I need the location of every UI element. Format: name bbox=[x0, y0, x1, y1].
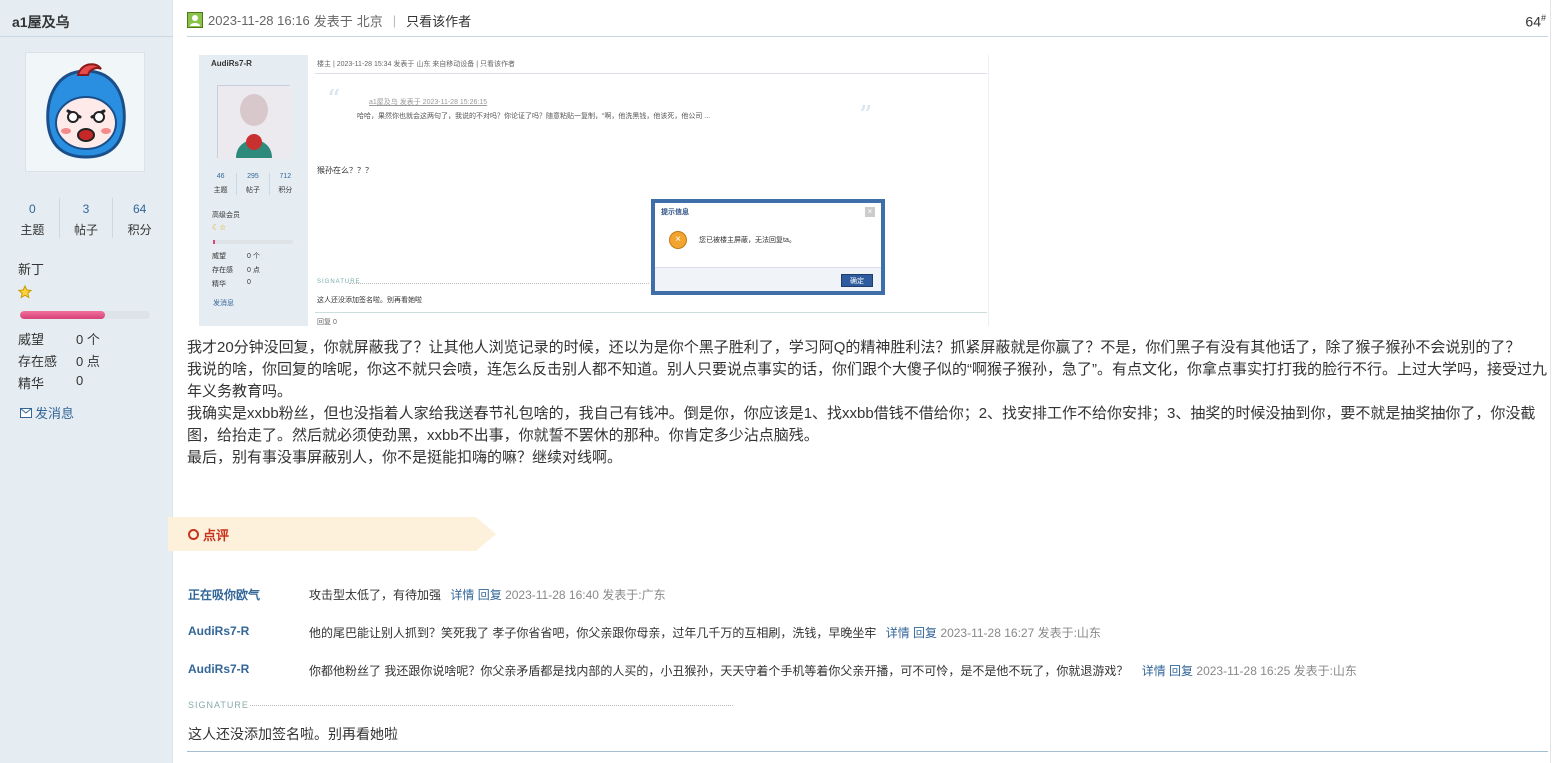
comment-time: 2023-11-28 16:25 发表于:山东 bbox=[1196, 664, 1357, 678]
forum-post-page: a1屋及乌 0 主题 3 帖子 64 积分 新丁 威望 0 个 存在感 0 点 … bbox=[0, 0, 1566, 763]
moon-star-icon: ☾☆ bbox=[212, 223, 227, 232]
author-stats: 0 主题 3 帖子 64 积分 bbox=[6, 198, 166, 238]
user-rank[interactable]: 新丁 bbox=[18, 259, 44, 278]
post-paragraph: 我说的啥，你回复的啥呢，你这不就只会喷，连怎么反击别人都不知道。别人只要说点事实… bbox=[187, 361, 1547, 400]
meta-presence: 存在感 0 点 bbox=[18, 354, 100, 369]
close-icon: × bbox=[865, 207, 875, 217]
blocked-dialog: 提示信息 × × 您已被楼主屏蔽，无法回复ta。 确定 bbox=[651, 199, 885, 295]
shot-author-name: AudiRs7-R bbox=[211, 59, 252, 68]
divider bbox=[250, 705, 733, 706]
stat-threads[interactable]: 0 主题 bbox=[6, 198, 60, 238]
post-header: 2023-11-28 16:16 发表于 北京 | 只看该作者 bbox=[187, 9, 471, 31]
meta-digest: 精华 0 bbox=[18, 373, 84, 391]
level-progress-bar bbox=[20, 311, 150, 319]
comment-time: 2023-11-28 16:40 发表于:广东 bbox=[505, 588, 666, 602]
stat-posts[interactable]: 3 帖子 bbox=[60, 198, 114, 238]
shot-footer: 回复 0 bbox=[317, 319, 337, 326]
signature-label: SIGNATURE bbox=[188, 700, 249, 710]
signature-text: 这人还没添加签名啦。别再看她啦 bbox=[188, 726, 398, 742]
comment-text: 你都他粉丝了 我还跟你说啥呢？你父亲矛盾都是找内部的人买的，小丑猴孙，天天守着个… bbox=[309, 664, 1129, 678]
stat-points[interactable]: 64 积分 bbox=[113, 198, 166, 238]
comment-reply-link[interactable]: 回复 bbox=[913, 626, 937, 640]
avatar[interactable] bbox=[25, 52, 145, 172]
shot-quote: a1屋及乌 发表于 2023-11-28 15:26:15 哈哈，果然你也就会这… bbox=[357, 99, 711, 120]
comment-detail-link[interactable]: 详情 bbox=[1142, 664, 1166, 678]
separator: | bbox=[392, 12, 397, 28]
meta-prestige: 威望 0 个 bbox=[18, 332, 100, 347]
author-sidebar: a1屋及乌 0 主题 3 帖子 64 积分 新丁 威望 0 个 存在感 0 点 … bbox=[0, 0, 173, 763]
post-paragraph: 最后，别有事没事屏蔽别人，你不是挺能扣嗨的嘛？继续对线啊。 bbox=[187, 449, 623, 466]
floor-number[interactable]: 64# bbox=[1525, 13, 1546, 30]
shot-post-header: 楼主 | 2023-11-28 15:34 发表于 山东 来自移动设备 | 只看… bbox=[317, 61, 515, 68]
author-name[interactable]: a1屋及乌 bbox=[12, 12, 70, 32]
divider bbox=[0, 36, 173, 37]
dialog-ok-button: 确定 bbox=[841, 274, 873, 287]
dialog-message: 您已被楼主屏蔽，无法回复ta。 bbox=[699, 237, 796, 244]
comment-user[interactable]: AudiRs7-R bbox=[188, 662, 249, 676]
post-paragraph: 我才20分钟没回复，你就屏蔽我了？让其他人浏览记录的时候，还以为是你个黑子胜利了… bbox=[187, 339, 1521, 356]
shot-body: 猴孙在么？？？ bbox=[317, 166, 373, 175]
post-location: 北京 bbox=[356, 13, 383, 29]
shot-progress-bar bbox=[213, 240, 293, 244]
comment-time: 2023-11-28 16:27 发表于:山东 bbox=[940, 626, 1101, 640]
error-icon: × bbox=[669, 231, 687, 249]
avatar-cartoon-icon bbox=[46, 63, 126, 159]
author-only-link[interactable]: 只看该作者 bbox=[406, 11, 471, 30]
ring-icon bbox=[188, 529, 199, 540]
comment-text: 他的尾巴能让别人抓到？笑死我了 孝子你省省吧，你父亲跟你母亲，过年几千万的互相刷… bbox=[309, 626, 877, 640]
avatar-photo-icon bbox=[218, 86, 291, 159]
user-online-icon bbox=[187, 12, 203, 28]
send-message-link[interactable]: 发消息 bbox=[20, 403, 74, 422]
comment-reply-link[interactable]: 回复 bbox=[478, 588, 502, 602]
shot-avatar bbox=[217, 85, 291, 159]
comment-detail-link[interactable]: 详情 bbox=[450, 588, 474, 602]
review-label: 点评 bbox=[188, 525, 229, 544]
posted-in-prefix: 发表于 bbox=[313, 13, 353, 29]
scrollbar[interactable] bbox=[1550, 0, 1566, 763]
post-paragraph: 我确实是xxbb粉丝，但也没指着人家给我送春节礼包啥的，我自己有钱冲。倒是你，你… bbox=[187, 405, 1536, 444]
envelope-icon bbox=[20, 407, 32, 418]
attached-screenshot[interactable]: AudiRs7-R 46 主题 295 帖子 712 积分 高级会员 ☾☆ 威望 0 个… bbox=[199, 55, 989, 326]
shot-rank: 高级会员 bbox=[212, 212, 240, 219]
post-datetime: 2023-11-28 16:16 bbox=[208, 12, 310, 28]
dialog-title: 提示信息 bbox=[661, 209, 689, 216]
post-body: 我才20分钟没回复，你就屏蔽我了？让其他人浏览记录的时候，还以为是你个黑子胜利了… bbox=[187, 337, 1549, 469]
shot-stats: 46 主题 295 帖子 712 积分 bbox=[205, 173, 301, 195]
shot-send-message: 发消息 bbox=[213, 300, 234, 307]
shot-signature-label: SIGNATURE bbox=[317, 279, 361, 285]
comment-reply-link[interactable]: 回复 bbox=[1169, 664, 1193, 678]
divider bbox=[187, 751, 1548, 752]
comment-text: 攻击型太低了，有待加强 bbox=[309, 588, 442, 602]
divider bbox=[187, 36, 1548, 37]
comment-user[interactable]: 正在吸你欧气 bbox=[188, 586, 260, 603]
comment-user[interactable]: AudiRs7-R bbox=[188, 624, 249, 638]
comment-detail-link[interactable]: 详情 bbox=[886, 626, 910, 640]
shot-signature-text: 这人还没添加签名啦。别再看她啦 bbox=[317, 297, 422, 304]
star-icon bbox=[17, 284, 33, 304]
